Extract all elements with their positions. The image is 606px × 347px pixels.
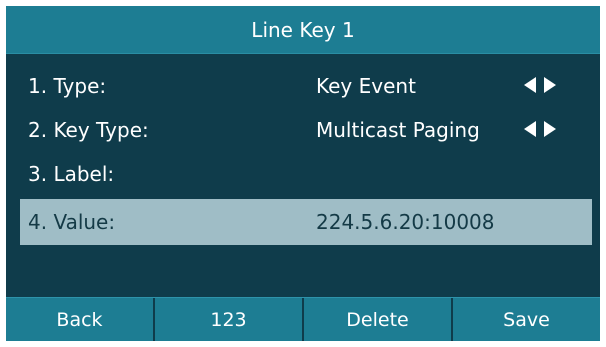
back-button[interactable]: Back — [6, 298, 155, 341]
softkey-bar: Back 123 Delete Save — [6, 297, 600, 341]
input-mode-button[interactable]: 123 — [155, 298, 304, 341]
row-key-type[interactable]: 2. Key Type: Multicast Paging — [6, 108, 600, 152]
type-label: 1. Type: — [28, 74, 107, 98]
value-label: 4. Value: — [28, 210, 116, 234]
row-type[interactable]: 1. Type: Key Event — [6, 64, 600, 108]
left-arrow-icon[interactable] — [524, 77, 536, 93]
screen-title: Line Key 1 — [6, 6, 600, 54]
value-field[interactable]: 224.5.6.20:10008 — [316, 210, 495, 234]
delete-button[interactable]: Delete — [304, 298, 453, 341]
left-arrow-icon[interactable] — [524, 121, 536, 137]
right-arrow-icon[interactable] — [544, 77, 556, 93]
key-type-value: Multicast Paging — [316, 118, 480, 142]
key-type-arrows[interactable] — [524, 121, 556, 137]
phone-screen: Line Key 1 1. Type: Key Event 2. Key Typ… — [6, 6, 600, 341]
type-value: Key Event — [316, 74, 416, 98]
row-label[interactable]: 3. Label: — [6, 152, 600, 196]
row-value-selected[interactable]: 4. Value: 224.5.6.20:10008 — [20, 199, 592, 245]
type-arrows[interactable] — [524, 77, 556, 93]
label-label: 3. Label: — [28, 162, 115, 186]
right-arrow-icon[interactable] — [544, 121, 556, 137]
key-type-label: 2. Key Type: — [28, 118, 149, 142]
save-button[interactable]: Save — [453, 298, 600, 341]
